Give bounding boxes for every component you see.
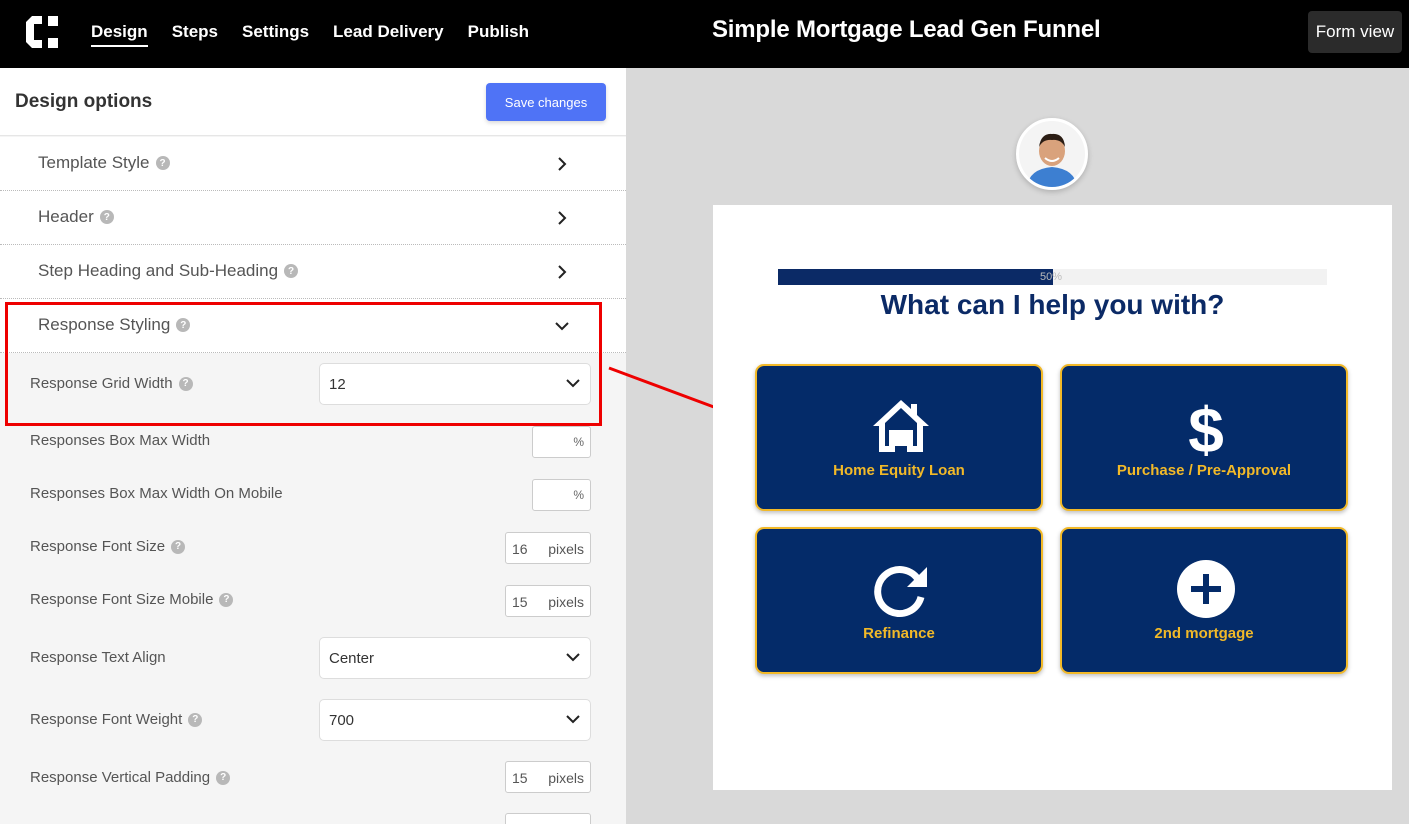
help-icon[interactable]: ?: [178, 376, 193, 391]
main-nav: Design Steps Settings Lead Delivery Publ…: [91, 22, 529, 47]
panel-header: Design options Save changes: [0, 68, 626, 136]
response-label: Home Equity Loan: [833, 462, 965, 479]
chevron-right-icon: [558, 211, 567, 225]
save-changes-button[interactable]: Save changes: [486, 83, 606, 121]
accordion-step-heading[interactable]: Step Heading and Sub-Heading ?: [0, 245, 626, 299]
input-value: 15: [512, 770, 528, 786]
setting-label: Response Font Weight: [30, 711, 183, 728]
svg-text:$: $: [1188, 396, 1224, 456]
accordion-label: Response Styling: [38, 315, 171, 334]
input-value: 16: [512, 541, 528, 557]
progress-bar: 50%: [778, 269, 1327, 285]
nav-publish[interactable]: Publish: [468, 22, 529, 47]
select-value: 12: [329, 375, 346, 393]
unit-label: %: [573, 488, 584, 502]
nav-settings[interactable]: Settings: [242, 22, 309, 47]
help-icon[interactable]: ?: [99, 210, 114, 224]
setting-label: Responses Box Max Width: [30, 432, 211, 449]
setting-label: Response Text Align: [30, 649, 166, 666]
help-icon[interactable]: ?: [216, 770, 231, 785]
chevron-down-icon: [555, 322, 569, 331]
response-home-equity[interactable]: Home Equity Loan: [755, 364, 1043, 511]
design-options-panel: Design options Save changes Template Sty…: [0, 68, 626, 824]
help-icon[interactable]: ?: [188, 712, 203, 727]
select-value: 700: [329, 711, 355, 729]
box-max-width-input[interactable]: %: [532, 426, 591, 458]
response-refinance[interactable]: Refinance: [755, 527, 1043, 674]
response-2nd-mortgage[interactable]: 2nd mortgage: [1060, 527, 1348, 674]
response-label: Refinance: [863, 625, 935, 642]
response-label: Purchase / Pre-Approval: [1116, 462, 1292, 479]
plus-circle-icon: [1177, 560, 1235, 618]
help-icon[interactable]: ?: [176, 318, 191, 332]
panel-title: Design options: [15, 91, 153, 112]
setting-label: Response Font Size: [30, 538, 166, 555]
input-value: 15: [512, 594, 528, 610]
select-value: Center: [329, 649, 375, 667]
progress-text: 50%: [1040, 271, 1063, 283]
help-icon[interactable]: ?: [155, 156, 170, 170]
response-label: 2nd mortgage: [1154, 625, 1254, 642]
chevron-right-icon: [558, 157, 567, 171]
help-icon[interactable]: ?: [171, 539, 186, 554]
unit-label: pixels: [548, 541, 584, 557]
refresh-icon: [874, 566, 927, 617]
text-align-select[interactable]: Center: [319, 637, 591, 679]
unit-label: pixels: [548, 770, 584, 786]
accordion-label: Step Heading and Sub-Heading: [38, 261, 279, 280]
preview-form-card: 50% What can I help you with? Home Equit…: [713, 205, 1392, 790]
chevron-down-icon: [566, 715, 580, 724]
accordion-label: Template Style: [38, 153, 150, 172]
step-question: What can I help you with?: [880, 289, 1225, 320]
avatar: [1016, 118, 1088, 190]
nav-lead-delivery[interactable]: Lead Delivery: [333, 22, 444, 47]
box-max-width-mobile-input[interactable]: %: [532, 479, 591, 511]
help-icon[interactable]: ?: [284, 264, 299, 278]
progress-fill: [778, 269, 1053, 285]
setting-label: Responses Box Max Width On Mobile: [30, 485, 283, 502]
font-size-input[interactable]: 16 pixels: [505, 532, 591, 564]
app-logo-icon[interactable]: [24, 14, 64, 50]
help-icon[interactable]: ?: [219, 592, 234, 607]
accordion-label: Header: [38, 207, 94, 226]
setting-label: Response Grid Width: [30, 375, 173, 392]
vertical-padding-input[interactable]: 15 pixels: [505, 761, 591, 793]
font-size-mobile-input[interactable]: 15 pixels: [505, 585, 591, 617]
top-bar: Design Steps Settings Lead Delivery Publ…: [0, 0, 1409, 68]
dollar-icon: $: [1188, 396, 1224, 456]
grid-width-select[interactable]: 12: [319, 363, 591, 405]
person-avatar-icon: [1019, 121, 1085, 187]
accordion-template-style[interactable]: Template Style ?: [0, 137, 626, 191]
unit-label: %: [573, 435, 584, 449]
funnel-title: Simple Mortgage Lead Gen Funnel: [712, 16, 1101, 43]
nav-steps[interactable]: Steps: [172, 22, 218, 47]
nav-design[interactable]: Design: [91, 22, 148, 47]
response-purchase[interactable]: $ Purchase / Pre-Approval: [1060, 364, 1348, 511]
form-view-button[interactable]: Form view: [1308, 11, 1402, 53]
chevron-down-icon: [566, 653, 580, 662]
accordion-header[interactable]: Header ?: [0, 191, 626, 245]
setting-label: Response Vertical Padding: [30, 769, 211, 786]
unit-label: pixels: [548, 594, 584, 610]
chevron-right-icon: [558, 265, 567, 279]
font-weight-select[interactable]: 700: [319, 699, 591, 741]
next-setting-input[interactable]: [505, 813, 591, 824]
accordion-response-styling[interactable]: Response Styling ?: [0, 299, 626, 353]
setting-label: Response Font Size Mobile: [30, 591, 214, 608]
house-icon: [873, 400, 929, 452]
chevron-down-icon: [566, 379, 580, 388]
